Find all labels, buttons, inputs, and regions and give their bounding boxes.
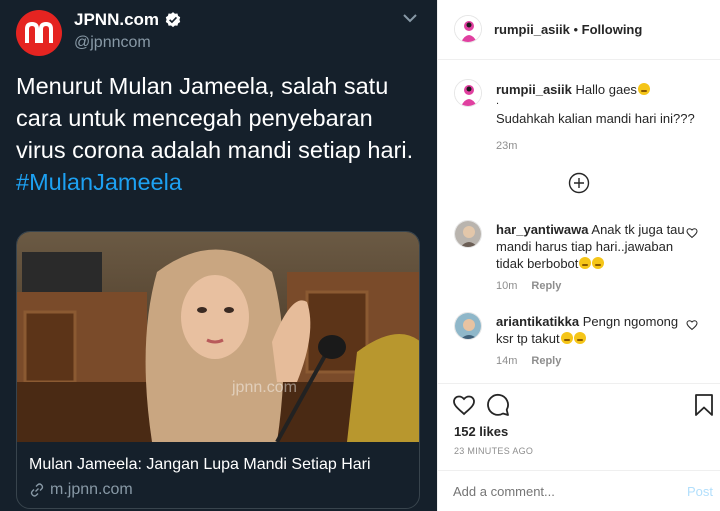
tweet-body: Menurut Mulan Jameela, salah satu cara u… [16, 73, 414, 163]
bookmark-icon[interactable] [693, 393, 715, 417]
add-comment-input[interactable] [453, 484, 673, 499]
emoji-icon [579, 257, 592, 269]
avatar-illustration [455, 313, 481, 339]
emoji-icon [637, 83, 650, 95]
link-card[interactable]: jpnn.com Mulan Jameela: Jangan Lupa Mand… [16, 231, 420, 509]
avatar-illustration [455, 80, 481, 106]
tweet-account-name-text: JPNN.com [74, 10, 160, 29]
comment-text: har_yantiwawa Anak tk juga tau mandi har… [496, 221, 688, 272]
reply-button[interactable]: Reply [531, 280, 561, 292]
tweet-hashtag[interactable]: #MulanJameela [16, 169, 182, 195]
caption-time[interactable]: 23m [496, 140, 517, 152]
tweet-account-name[interactable]: JPNN.com [74, 10, 182, 30]
news-photo-illustration: jpnn.com [17, 232, 419, 442]
avatar[interactable] [454, 15, 482, 43]
comment-avatar[interactable] [454, 220, 482, 248]
jpnn-logo-icon [25, 21, 53, 43]
emoji-icon [560, 332, 573, 344]
instagram-post-panel: rumpii_asiik • Following rumpii_asiik Ha… [437, 0, 720, 511]
tweet-screenshot: JPNN.com @jpnncom Menurut Mulan Jameela,… [0, 0, 437, 511]
tweet-text: Menurut Mulan Jameela, salah satu cara u… [16, 70, 426, 198]
load-more-comments-icon[interactable] [568, 172, 590, 194]
like-heart-icon[interactable] [452, 393, 476, 417]
tweet-handle[interactable]: @jpnncom [74, 34, 151, 52]
emoji-icon [592, 257, 605, 269]
post-timestamp: 23 MINUTES AGO [454, 446, 534, 456]
post-header: rumpii_asiik • Following [438, 0, 720, 60]
caption-line1: rumpii_asiik Hallo gaes [496, 82, 650, 97]
comment-username[interactable]: har_yantiwawa [496, 222, 589, 237]
jpnn-logo-avatar [16, 10, 62, 56]
news-photo: jpnn.com [17, 232, 419, 442]
verified-badge-icon [165, 12, 181, 28]
comment-text: ariantikatikka Pengn ngomong ksr tp taku… [496, 313, 688, 347]
actions-divider [438, 383, 720, 384]
comment-heart-icon[interactable] [686, 227, 698, 239]
emoji-icon [573, 332, 586, 344]
link-card-domain[interactable]: m.jpnn.com [29, 481, 133, 499]
link-card-domain-text: m.jpnn.com [50, 481, 133, 498]
caption-bullet: . [496, 95, 500, 107]
chevron-down-icon[interactable] [402, 12, 418, 24]
comment-meta: 14m Reply [496, 355, 561, 367]
caption-username[interactable]: rumpii_asiik [496, 82, 572, 97]
comment-avatar[interactable] [454, 312, 482, 340]
likes-count[interactable]: 152 likes [454, 424, 508, 439]
avatar-illustration [455, 16, 481, 42]
comment-meta: 10m Reply [496, 280, 561, 292]
caption-text-line2: Sudahkah kalian mandi hari ini??? [496, 111, 695, 126]
caption-text-line1: Hallo gaes [575, 82, 637, 97]
caption-avatar[interactable] [454, 79, 482, 107]
header-username[interactable]: rumpii_asiik [494, 22, 570, 37]
header-separator: • [569, 22, 582, 37]
comment-bubble-icon[interactable] [486, 393, 510, 417]
comment-heart-icon[interactable] [686, 319, 698, 331]
following-button[interactable]: Following [582, 22, 643, 37]
post-button[interactable]: Post [687, 484, 713, 499]
avatar-illustration [455, 221, 481, 247]
comment-time[interactable]: 10m [496, 280, 517, 292]
link-card-title: Mulan Jameela: Jangan Lupa Mandi Setiap … [29, 456, 371, 473]
header-user-line: rumpii_asiik • Following [494, 22, 642, 37]
comment-time[interactable]: 14m [496, 355, 517, 367]
svg-text:jpnn.com: jpnn.com [231, 379, 297, 396]
link-icon [30, 483, 44, 497]
comment-username[interactable]: ariantikatikka [496, 314, 579, 329]
reply-button[interactable]: Reply [531, 355, 561, 367]
